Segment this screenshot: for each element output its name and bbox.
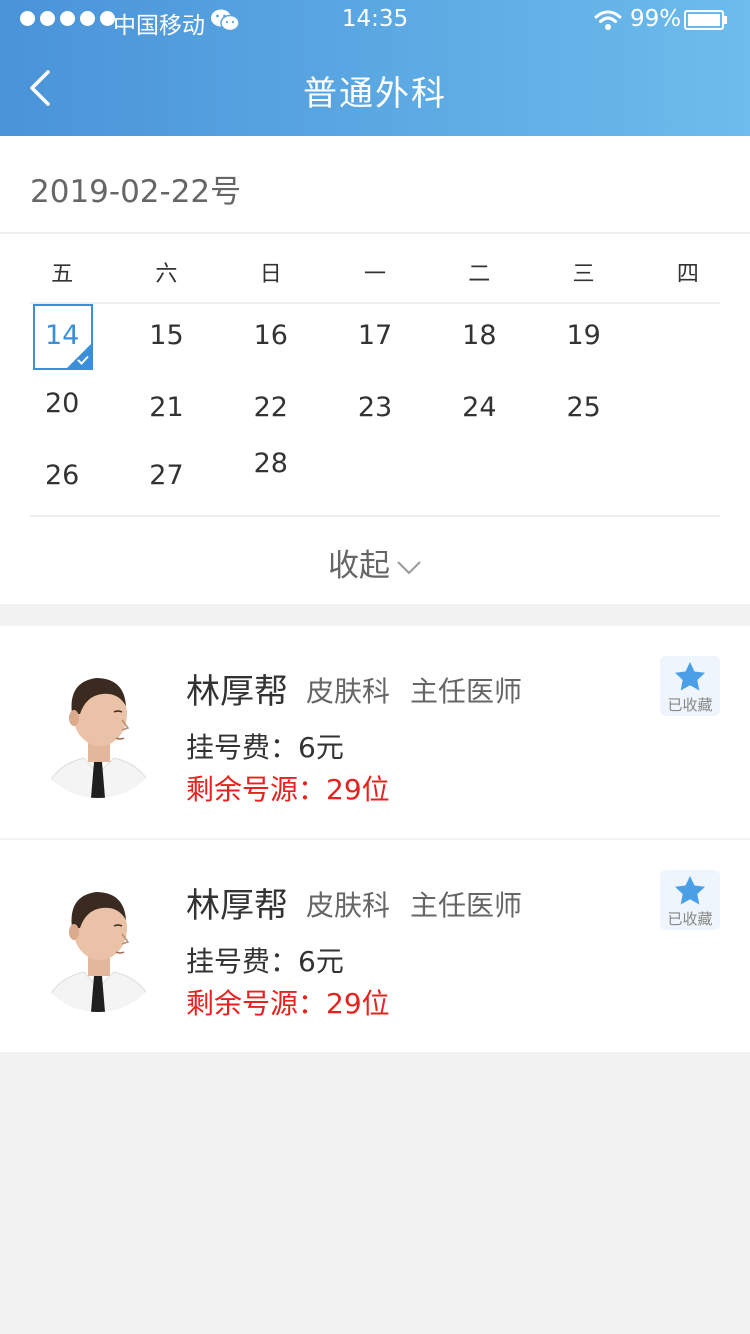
calendar-panel: 2019-02-22号 五 六 日 一 二 三 四 14 15 16 17 18… xyxy=(0,136,750,604)
calendar-day[interactable]: 25 xyxy=(531,372,635,432)
calendar-day[interactable]: 22 xyxy=(219,372,323,432)
star-icon xyxy=(675,876,705,905)
weekday-label: 日 xyxy=(259,262,282,287)
doctor-title: 主任医师 xyxy=(410,889,523,922)
check-icon xyxy=(77,355,89,365)
wifi-icon xyxy=(594,10,622,30)
weekday-label: 一 xyxy=(363,262,386,287)
doctor-name: 林厚帮 xyxy=(186,672,288,712)
divider xyxy=(0,232,750,234)
chevron-down-icon xyxy=(397,560,421,574)
doctor-avatar xyxy=(30,876,166,1012)
registration-fee: 挂号费：6元 xyxy=(186,945,344,978)
selected-date-title: 2019-02-22号 xyxy=(30,174,242,210)
calendar-days-grid: 14 15 16 17 18 19 20 21 22 23 24 25 26 2… xyxy=(10,304,740,500)
doctor-title: 主任医师 xyxy=(410,675,523,708)
calendar-day-selected[interactable]: 14 xyxy=(10,304,114,372)
calendar-day[interactable]: 19 xyxy=(531,304,635,372)
calendar-day[interactable]: 20 xyxy=(10,372,114,440)
weekday-label: 五 xyxy=(51,262,74,287)
doctor-name: 林厚帮 xyxy=(186,886,288,926)
calendar-day[interactable]: 23 xyxy=(323,372,427,432)
remaining-slots: 剩余号源：29位 xyxy=(186,987,390,1020)
weekday-label: 四 xyxy=(676,262,699,287)
selection-box xyxy=(33,304,93,370)
favorite-button[interactable]: 已收藏 xyxy=(660,656,720,716)
registration-fee: 挂号费：6元 xyxy=(186,731,344,764)
calendar-day[interactable]: 16 xyxy=(219,304,323,372)
calendar-day[interactable]: 17 xyxy=(323,304,427,372)
weekday-label: 二 xyxy=(468,262,491,287)
doctor-department: 皮肤科 xyxy=(306,889,391,922)
battery-icon xyxy=(684,10,727,30)
app-header: 中国移动 14:35 99% 普通外科 xyxy=(0,0,750,136)
weekday-label: 三 xyxy=(572,262,595,287)
calendar-day[interactable]: 28 xyxy=(219,440,323,500)
calendar-day[interactable]: 15 xyxy=(114,304,218,372)
star-icon xyxy=(675,662,705,691)
doctor-card[interactable]: 林厚帮 皮肤科 主任医师 挂号费：6元 剩余号源：29位 已收藏 xyxy=(0,840,750,1052)
divider xyxy=(30,515,720,517)
calendar-day[interactable]: 18 xyxy=(427,304,531,372)
calendar-day[interactable]: 21 xyxy=(114,372,218,432)
calendar-day[interactable]: 27 xyxy=(114,440,218,500)
page-title: 普通外科 xyxy=(303,74,447,114)
favorite-button[interactable]: 已收藏 xyxy=(660,870,720,930)
weekday-header: 五 六 日 一 二 三 四 xyxy=(10,256,740,288)
collapse-calendar-button[interactable]: 收起 xyxy=(0,540,750,585)
favorite-label: 已收藏 xyxy=(667,910,713,928)
weekday-label: 六 xyxy=(155,262,178,287)
doctor-department: 皮肤科 xyxy=(306,675,391,708)
calendar-day[interactable]: 26 xyxy=(10,440,114,500)
remaining-slots: 剩余号源：29位 xyxy=(186,773,390,806)
doctor-card[interactable]: 林厚帮 皮肤科 主任医师 挂号费：6元 剩余号源：29位 已收藏 xyxy=(0,626,750,838)
collapse-label: 收起 xyxy=(328,548,390,584)
doctor-avatar xyxy=(30,662,166,798)
calendar-day[interactable]: 24 xyxy=(427,372,531,432)
favorite-label: 已收藏 xyxy=(667,696,713,714)
battery-percent: 99% xyxy=(630,6,682,32)
status-bar: 中国移动 14:35 99% xyxy=(0,0,750,40)
